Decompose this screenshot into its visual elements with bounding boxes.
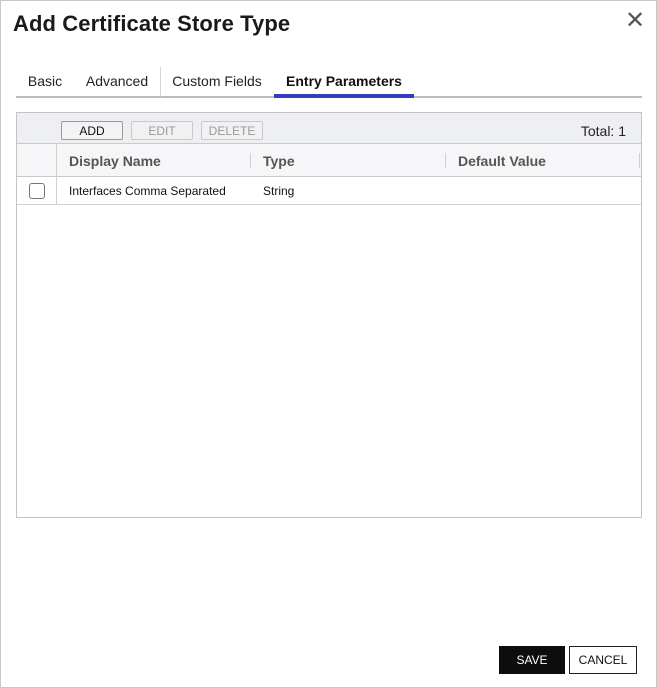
- close-icon[interactable]: ✕: [623, 9, 647, 33]
- grid-toolbar: ADD EDIT DELETE Total: 1: [17, 113, 641, 144]
- save-button[interactable]: SAVE: [499, 646, 565, 674]
- row-checkbox[interactable]: [29, 183, 45, 199]
- grid-header: Display Name Type Default Value: [17, 144, 641, 177]
- column-divider[interactable]: [250, 153, 251, 168]
- cell-display-name: Interfaces Comma Separated: [69, 184, 226, 198]
- column-header-default-value[interactable]: Default Value: [458, 144, 546, 177]
- entry-parameters-grid: ADD EDIT DELETE Total: 1 Display Name Ty…: [16, 112, 642, 518]
- table-row[interactable]: Interfaces Comma Separated String: [17, 177, 641, 205]
- total-count: Total: 1: [580, 123, 626, 139]
- tab-basic[interactable]: Basic: [16, 65, 74, 96]
- dialog-title: Add Certificate Store Type: [13, 11, 291, 36]
- cell-type: String: [263, 184, 295, 198]
- tab-entry-parameters[interactable]: Entry Parameters: [274, 65, 414, 96]
- column-header-display-name[interactable]: Display Name: [69, 144, 161, 177]
- add-button[interactable]: ADD: [61, 121, 123, 140]
- add-certificate-store-type-dialog: Add Certificate Store Type ✕ Basic Advan…: [0, 0, 657, 688]
- delete-button[interactable]: DELETE: [201, 121, 263, 140]
- column-divider[interactable]: [639, 153, 640, 168]
- tab-divider: [160, 67, 161, 97]
- tab-advanced[interactable]: Advanced: [76, 65, 158, 96]
- cancel-button[interactable]: CANCEL: [569, 646, 637, 674]
- column-header-type[interactable]: Type: [263, 144, 295, 177]
- column-divider[interactable]: [445, 153, 446, 168]
- tab-custom-fields[interactable]: Custom Fields: [162, 65, 272, 96]
- active-tab-indicator: [274, 94, 414, 98]
- edit-button[interactable]: EDIT: [131, 121, 193, 140]
- tab-bar: Basic Advanced Custom Fields Entry Param…: [16, 65, 642, 98]
